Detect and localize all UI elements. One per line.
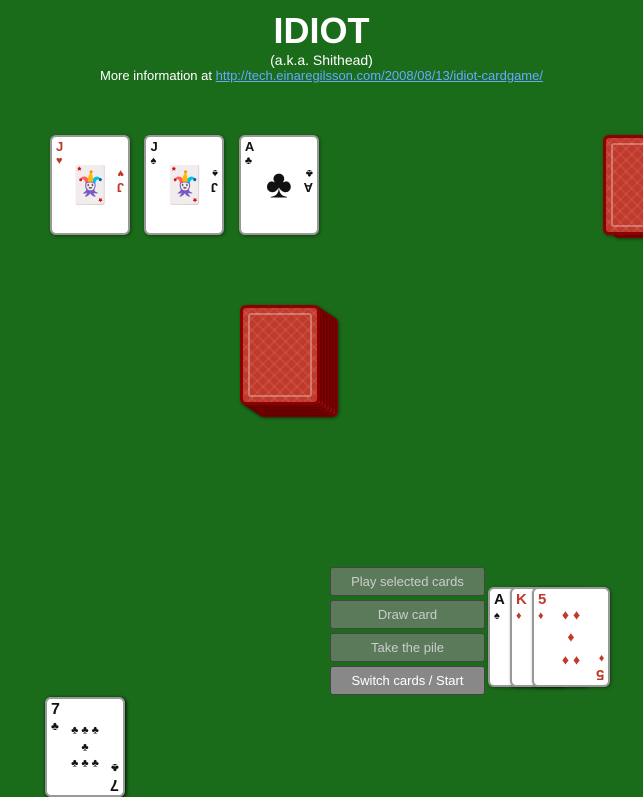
player-faceup-kd-rank: K♦ — [516, 592, 527, 622]
info-link[interactable]: http://tech.einaregilsson.com/2008/08/13… — [216, 68, 543, 83]
take-pile-button[interactable]: Take the pile — [330, 633, 485, 662]
switch-start-button[interactable]: Switch cards / Start — [330, 666, 485, 695]
player-faceup-as-rank: A♠ — [494, 592, 505, 622]
player-card-7c-pips: ♣ ♣ ♣♣♣ ♣ ♣ — [71, 722, 99, 772]
deck-card-top — [240, 305, 320, 405]
info-prefix: More information at — [100, 68, 216, 83]
player-card-7c[interactable]: 7♣ ♣ ♣ ♣♣♣ ♣ ♣ 7♣ — [45, 697, 125, 797]
player-faceup-5d-rank: 5♦ — [538, 592, 546, 622]
button-panel: Play selected cards Draw card Take the p… — [330, 567, 485, 695]
opponent-card-1-rank: J♥ — [56, 140, 124, 167]
draw-pile-card-back-2 — [603, 135, 643, 235]
header: IDIOT (a.k.a. Shithead) More information… — [0, 0, 643, 83]
draw-card-button[interactable]: Draw card — [330, 600, 485, 629]
opponent-card-1-rank-bottom: J♥ — [56, 167, 124, 194]
opponent-card-2: J♠ 🃏 J♠ — [144, 135, 224, 235]
player-faceup-cards: A♠ ♠ A♠ K♦ K♦ 5♦ ♦ ♦♦♦ ♦ 5♦ — [488, 587, 573, 697]
game-subtitle: (a.k.a. Shithead) — [0, 52, 643, 68]
opponent-card-3-rank-bottom: A♣ — [245, 167, 313, 194]
opponent-card-3: A♣ ♣ A♣ — [239, 135, 319, 235]
opponent-card-2-rank-bottom: J♠ — [150, 167, 218, 194]
player-card-7c-rank: 7♣ — [51, 702, 60, 734]
opponent-cards-area: J♥ 🃏 J♥ J♠ 🃏 J♠ A♣ ♣ A♣ — [50, 135, 319, 235]
info-line: More information at http://tech.einaregi… — [0, 68, 643, 83]
center-deck — [240, 305, 350, 445]
play-selected-button[interactable]: Play selected cards — [330, 567, 485, 596]
player-faceup-stack: A♠ ♠ A♠ K♦ K♦ 5♦ ♦ ♦♦♦ ♦ 5♦ — [488, 587, 573, 697]
opponent-card-1-suit: ♥ — [56, 155, 63, 167]
opponent-card-1: J♥ 🃏 J♥ — [50, 135, 130, 235]
opponent-card-2-rank: J♠ — [150, 140, 218, 167]
player-faceup-5-diamonds[interactable]: 5♦ ♦ ♦♦♦ ♦ 5♦ — [532, 587, 610, 687]
player-faceup-5d-pips: ♦ ♦♦♦ ♦ — [562, 603, 580, 670]
player-card-7c-rank-bottom: 7♣ — [110, 760, 119, 792]
game-title: IDIOT — [0, 10, 643, 52]
